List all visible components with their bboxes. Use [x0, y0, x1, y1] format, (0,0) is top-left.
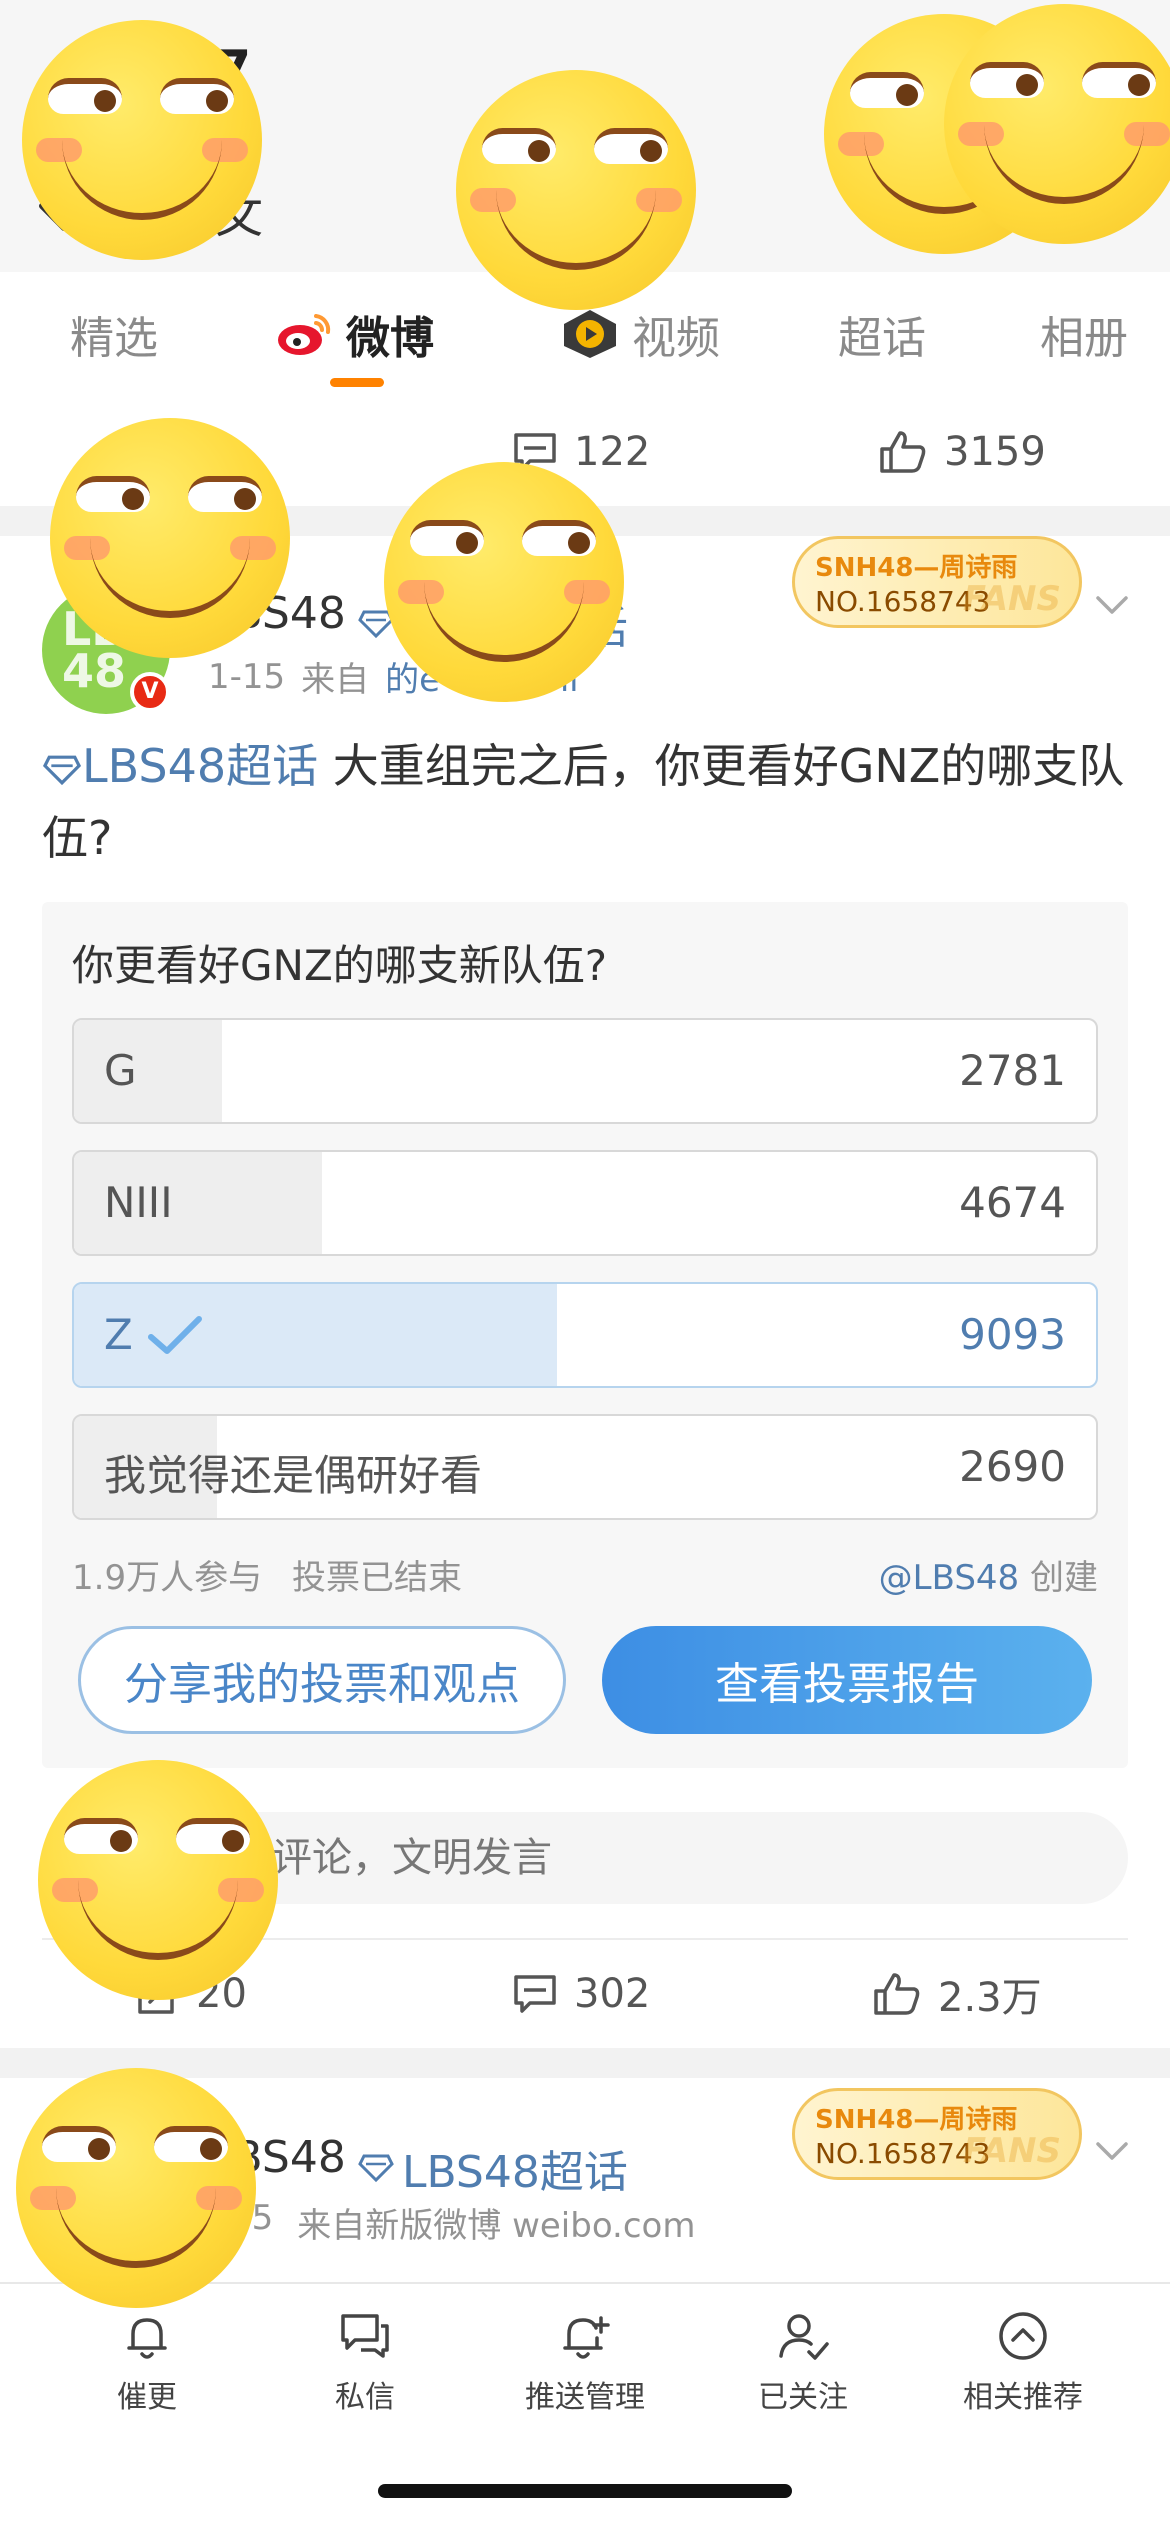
tab-label: 相册	[1040, 313, 1128, 364]
tab-label: 视频	[632, 313, 720, 364]
chevron-down-icon[interactable]	[1092, 2136, 1132, 2166]
tab-label: 精选	[70, 313, 158, 364]
fans-badge[interactable]: SNH48—周诗雨 NO.1658743 FANS	[792, 536, 1082, 628]
bottom-bar-label: 已关注	[758, 2380, 848, 2415]
home-indicator	[378, 2484, 792, 2498]
poll-option[interactable]: NIII 4674	[72, 1150, 1098, 1256]
bottom-bar-label: 相关推荐	[963, 2380, 1083, 2415]
comment-count: 122	[574, 429, 651, 475]
poll-creator-suffix: 创建	[1019, 1558, 1098, 1598]
fans-badge[interactable]: SNH48—周诗雨 NO.1658743 FANS	[792, 2088, 1082, 2180]
checkmark-icon	[147, 1315, 202, 1354]
smirk-emoji-sticker	[50, 418, 290, 658]
tab-label: 超话	[838, 313, 926, 364]
poll-status: 投票已结束	[292, 1558, 462, 1598]
user-check-icon	[779, 2314, 829, 2360]
fans-badge-watermark: FANS	[962, 579, 1061, 619]
post-topic-tag[interactable]: LBS48超话	[358, 2136, 628, 2200]
tab-album[interactable]: 相册	[1040, 302, 1128, 366]
poll-option-count: 2690	[959, 1442, 1066, 1491]
poll-option[interactable]: 我觉得还是偶研好看 2690	[72, 1414, 1098, 1520]
poll-option-selected[interactable]: Z 9093	[72, 1282, 1098, 1388]
poll-option[interactable]: G 2781	[72, 1018, 1098, 1124]
chevron-down-icon[interactable]	[1092, 590, 1132, 620]
poll-card: 你更看好GNZ的哪支新队伍? G 2781 NIII 4674 Z 9093 我…	[42, 902, 1128, 1768]
poll-creator: @LBS48 创建	[879, 1550, 1098, 1599]
like-count: 2.3万	[938, 1975, 1042, 2021]
verified-badge-icon: V	[130, 672, 170, 712]
thumbs-up-icon	[880, 431, 926, 473]
weibo-logo-icon	[278, 314, 331, 355]
post-text: LBS48超话 大重组完之后，你更看好GNZ的哪支队伍?	[42, 730, 1132, 874]
poll-option-count: 9093	[959, 1310, 1066, 1359]
tab-supertopic[interactable]: 超话	[838, 302, 926, 366]
bottom-bar-label: 催更	[117, 2380, 177, 2415]
poll-option-count: 4674	[959, 1178, 1066, 1227]
tab-label: 微博	[346, 313, 434, 364]
arrow-up-circle-icon	[999, 2312, 1047, 2360]
smirk-emoji-sticker	[944, 4, 1170, 244]
comment-count: 302	[574, 1971, 651, 2017]
bell-icon	[127, 2318, 167, 2359]
thumbs-up-icon	[874, 1973, 920, 2015]
post-source-prefix: 来自	[301, 660, 370, 700]
smirk-emoji-sticker	[22, 20, 262, 260]
tab-video[interactable]: 视频	[560, 302, 720, 366]
poll-option-label: NIII	[104, 1178, 173, 1227]
remind-update-button[interactable]: 催更	[62, 2308, 232, 2416]
message-icon	[341, 2314, 389, 2358]
view-report-button[interactable]: 查看投票报告	[602, 1626, 1092, 1734]
like-count: 3159	[944, 429, 1046, 475]
following-button[interactable]: 已关注	[718, 2308, 888, 2416]
related-recommend-button[interactable]: 相关推荐	[938, 2308, 1108, 2416]
smirk-emoji-sticker	[384, 462, 624, 702]
post-time: 1-15	[208, 656, 286, 697]
post-source: 来自新版微博 weibo.com	[297, 2206, 696, 2246]
source-device: 的	[385, 660, 420, 700]
topic-name: LBS48超话	[402, 2147, 628, 2198]
poll-participants: 1.9万人参与	[72, 1558, 263, 1598]
poll-option-count: 2781	[959, 1046, 1066, 1095]
smirk-emoji-sticker	[456, 70, 696, 310]
poll-option-label: G	[104, 1046, 137, 1095]
comment-button[interactable]: 302	[512, 1962, 650, 2026]
active-tab-indicator	[330, 378, 384, 387]
video-badge-icon	[564, 310, 616, 358]
tab-featured[interactable]: 精选	[70, 302, 158, 366]
post-topic-link[interactable]: LBS48超话	[82, 739, 318, 793]
tab-weibo[interactable]: 微博	[276, 302, 434, 366]
diamond-icon	[358, 2154, 394, 2183]
poll-question: 你更看好GNZ的哪支新队伍?	[72, 941, 608, 990]
comment-icon	[514, 1975, 556, 2013]
like-button[interactable]: 3159	[878, 420, 1046, 484]
share-vote-button[interactable]: 分享我的投票和观点	[78, 1626, 566, 1734]
bottom-bar-label: 推送管理	[525, 2380, 645, 2415]
like-button[interactable]: 2.3万	[872, 1962, 1042, 2026]
bottom-bar-label: 私信	[335, 2380, 395, 2415]
direct-message-button[interactable]: 私信	[280, 2308, 450, 2416]
poll-creator-handle[interactable]: @LBS48	[879, 1558, 1020, 1598]
poll-option-label: Z	[104, 1310, 133, 1359]
diamond-icon	[42, 755, 82, 786]
fans-badge-watermark: FANS	[962, 2131, 1061, 2171]
post-meta: 15 来自新版微博 weibo.com	[230, 2198, 695, 2247]
poll-option-label: 我觉得还是偶研好看	[104, 1451, 483, 1500]
smirk-emoji-sticker	[16, 2068, 256, 2308]
smirk-emoji-sticker	[38, 1760, 278, 2000]
bell-plus-icon	[563, 2316, 610, 2359]
feed-separator	[0, 2048, 1170, 2078]
push-settings-button[interactable]: 推送管理	[500, 2308, 670, 2416]
